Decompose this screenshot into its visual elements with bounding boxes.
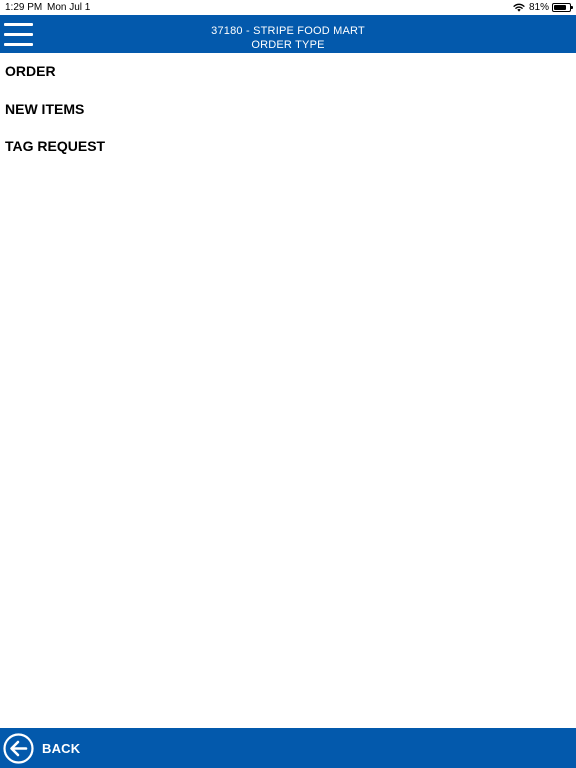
- back-button[interactable]: BACK: [3, 732, 80, 764]
- battery-percent: 81%: [528, 2, 549, 13]
- header-bar: 37180 - STRIPE FOOD MART ORDER TYPE: [0, 15, 576, 53]
- page-title: ORDER TYPE: [251, 39, 325, 51]
- status-time: 1:29 PM: [5, 2, 43, 13]
- back-label: BACK: [42, 740, 81, 756]
- battery-icon: [552, 3, 573, 12]
- menu-item-new-items[interactable]: NEW ITEMS: [0, 91, 576, 129]
- status-indicators: 81%: [513, 0, 573, 15]
- menu-item-tag-request[interactable]: TAG REQUEST: [0, 128, 576, 166]
- menu-item-order[interactable]: ORDER: [0, 53, 576, 91]
- status-bar: 1:29 PM Mon Jul 1 81%: [0, 0, 576, 15]
- battery-fill: [554, 5, 567, 10]
- wifi-icon: [513, 3, 525, 12]
- status-date: Mon Jul 1: [47, 2, 91, 13]
- order-type-list: ORDER NEW ITEMS TAG REQUEST: [0, 53, 576, 166]
- back-arrow-circle-icon: [3, 732, 34, 764]
- footer-bar: BACK: [0, 728, 576, 768]
- battery-nub: [571, 6, 573, 9]
- store-name: 37180 - STRIPE FOOD MART: [211, 25, 365, 37]
- page: 1:29 PM Mon Jul 1 81% 37180 - STRIPE FOO…: [0, 0, 576, 768]
- header-titles: 37180 - STRIPE FOOD MART ORDER TYPE: [0, 24, 576, 52]
